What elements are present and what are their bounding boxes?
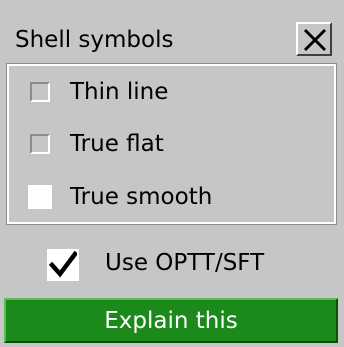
explain-this-button[interactable]: Explain this: [4, 298, 338, 343]
checkmark-icon: [49, 251, 77, 278]
true-flat-checkbox[interactable]: [30, 134, 50, 154]
shell-symbols-panel: Shell symbols Thin line True flat True s…: [0, 0, 344, 347]
close-button[interactable]: [296, 22, 332, 56]
option-true-flat[interactable]: True flat: [9, 124, 329, 164]
option-label: Thin line: [70, 79, 169, 105]
use-optt-sft-label: Use OPTT/SFT: [105, 250, 265, 276]
shell-symbol-options: Thin line True flat True smooth: [6, 63, 337, 225]
option-thin-line[interactable]: Thin line: [9, 72, 329, 112]
use-optt-sft-checkbox[interactable]: [47, 249, 79, 281]
panel-title: Shell symbols: [15, 27, 174, 53]
title-bar: Shell symbols: [4, 17, 336, 63]
thin-line-checkbox[interactable]: [30, 82, 50, 102]
option-label: True flat: [70, 131, 164, 157]
true-smooth-checkbox[interactable]: [28, 185, 52, 209]
option-label: True smooth: [70, 184, 213, 210]
option-true-smooth[interactable]: True smooth: [9, 177, 329, 217]
use-optt-sft-row[interactable]: Use OPTT/SFT: [0, 238, 344, 288]
explain-this-label: Explain this: [104, 308, 238, 334]
close-x-icon: [303, 28, 327, 52]
